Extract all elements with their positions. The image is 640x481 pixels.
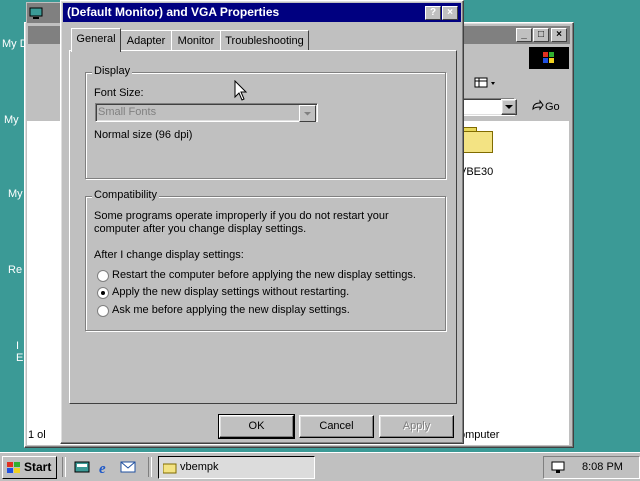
folder-label[interactable]: VBE30	[459, 166, 494, 178]
close-icon[interactable]: ×	[442, 6, 458, 20]
display-group-title: Display	[92, 65, 133, 77]
font-size-value: Small Fonts	[98, 106, 157, 118]
chevron-down-icon[interactable]	[501, 99, 517, 115]
display-settings-icon[interactable]	[550, 459, 566, 475]
start-label: Start	[24, 460, 52, 474]
desktop-label-my-network[interactable]: My	[8, 188, 23, 200]
tab-general[interactable]: General	[71, 28, 121, 52]
compatibility-group-title: Compatibility	[92, 189, 159, 201]
radio-apply-without-restart-label[interactable]: Apply the new display settings without r…	[112, 286, 349, 298]
font-size-label: Font Size:	[94, 87, 144, 99]
desktop-label-explorer[interactable]: E	[16, 352, 23, 364]
tab-adapter[interactable]: Adapter	[120, 30, 172, 51]
taskbar-separator	[62, 457, 66, 477]
radio-restart[interactable]	[97, 270, 109, 282]
display-icon	[29, 7, 43, 19]
taskbar: Start e vbempk 8:08 PM	[0, 452, 640, 481]
svg-text:e: e	[99, 461, 106, 475]
go-label: Go	[545, 101, 560, 113]
after-change-label: After I change display settings:	[94, 249, 244, 261]
go-arrow-icon	[532, 99, 544, 111]
tab-monitor[interactable]: Monitor	[171, 30, 221, 51]
minimize-icon[interactable]: _	[516, 28, 532, 42]
radio-restart-label[interactable]: Restart the computer before applying the…	[112, 269, 416, 281]
taskbar-item-vbempk[interactable]: vbempk	[158, 456, 315, 479]
views-button[interactable]	[472, 73, 502, 91]
radio-apply-without-restart[interactable]	[97, 287, 109, 299]
background-window-title[interactable]	[26, 2, 64, 24]
compatibility-group: Compatibility Some programs operate impr…	[85, 189, 446, 331]
display-group: Display Font Size: Small Fonts Normal si…	[85, 65, 446, 179]
maximize-icon[interactable]: □	[533, 28, 549, 42]
display-properties-dialog: (Default Monitor) and VGA Properties ? ×…	[60, 0, 464, 444]
general-tab-panel: Display Font Size: Small Fonts Normal si…	[69, 50, 457, 404]
help-icon[interactable]: ?	[425, 6, 441, 20]
taskbar-separator	[148, 457, 152, 477]
show-desktop-icon[interactable]	[74, 459, 90, 475]
chevron-down-icon[interactable]	[299, 105, 316, 122]
normal-size-text: Normal size (96 dpi)	[94, 129, 193, 141]
windows-logo-icon	[529, 47, 569, 69]
internet-explorer-icon[interactable]: e	[97, 459, 113, 475]
font-size-select[interactable]: Small Fonts	[95, 103, 318, 122]
clock[interactable]: 8:08 PM	[582, 461, 623, 473]
compat-description-line2: computer after you change display settin…	[94, 223, 307, 235]
dialog-title: (Default Monitor) and VGA Properties	[67, 5, 280, 19]
status-text-left: 1 ol	[28, 429, 46, 441]
cancel-button[interactable]: Cancel	[299, 415, 374, 438]
desktop-label-my-computer[interactable]: My	[4, 114, 19, 126]
desktop-label-recycle-bin[interactable]: Re	[8, 264, 22, 276]
radio-ask-me-label[interactable]: Ask me before applying the new display s…	[112, 304, 350, 316]
apply-button[interactable]: Apply	[379, 415, 454, 438]
status-text-right: omputer	[459, 429, 500, 441]
tab-troubleshooting[interactable]: Troubleshooting	[220, 30, 309, 51]
compat-description-line1: Some programs operate improperly if you …	[94, 210, 389, 222]
go-button[interactable]: Go	[526, 98, 566, 116]
system-tray: 8:08 PM	[543, 456, 640, 479]
mouse-cursor-icon	[234, 80, 248, 101]
dialog-title-bar[interactable]: (Default Monitor) and VGA Properties ? ×	[63, 3, 461, 22]
start-button[interactable]: Start	[2, 456, 57, 479]
radio-ask-me[interactable]	[97, 305, 109, 317]
close-icon[interactable]: ×	[551, 28, 567, 42]
folder-icon	[163, 463, 177, 474]
outlook-express-icon[interactable]	[120, 459, 136, 475]
ok-button[interactable]: OK	[218, 414, 295, 439]
desktop-label-internet[interactable]: I	[16, 340, 19, 352]
folder-icon[interactable]	[463, 127, 493, 153]
windows-logo-icon	[7, 462, 20, 473]
taskbar-item-label: vbempk	[180, 461, 219, 473]
